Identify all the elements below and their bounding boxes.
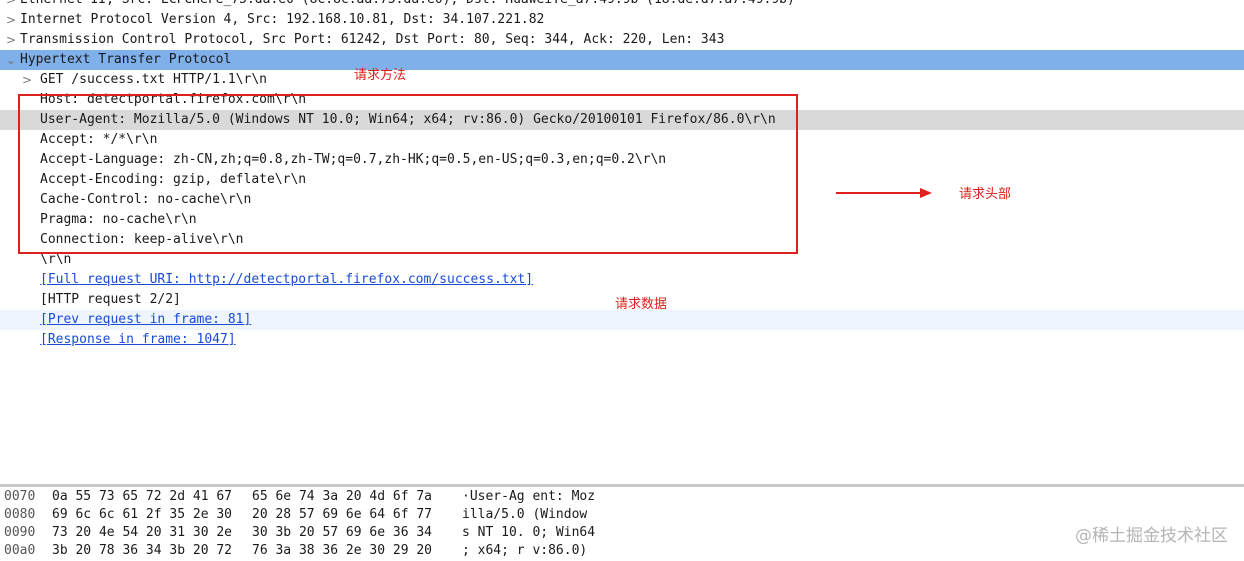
annotation-request-data: 请求数据 xyxy=(615,297,668,312)
hex-bytes: 73 20 4e 54 20 31 30 2e xyxy=(52,525,233,540)
tree-row-request-line[interactable]: > GET /success.txt HTTP/1.1\r\n xyxy=(0,70,1244,90)
watermark-text: @稀土掘金技术社区 xyxy=(1075,526,1228,546)
prev-request-link[interactable]: [Prev request in frame: 81] xyxy=(40,310,251,330)
tree-label-ethernet: Ethernet II, Src: LCFCHeFe_75:da:e0 (8c:… xyxy=(20,0,795,10)
response-frame-link[interactable]: [Response in frame: 1047] xyxy=(40,330,236,350)
http-request-count: [HTTP request 2/2] xyxy=(40,292,181,307)
tree-label-tcp: Transmission Control Protocol, Src Port:… xyxy=(20,32,725,47)
annotation-request-method: 请求方法 xyxy=(354,68,407,83)
hex-bytes: 3b 20 78 36 34 3b 20 72 xyxy=(52,543,233,558)
hex-bytes: 76 3a 38 36 2e 30 29 20 xyxy=(252,543,433,558)
chevron-right-icon[interactable]: > xyxy=(4,10,18,30)
hex-bytes: 30 3b 20 57 69 6e 36 34 xyxy=(252,525,433,540)
hex-row[interactable]: 0070 0a 55 73 65 72 2d 41 67 65 6e 74 3a… xyxy=(0,487,1244,507)
hex-ascii: ; x64; r v:86.0) xyxy=(462,543,588,558)
tree-label-http: Hypertext Transfer Protocol xyxy=(20,52,232,67)
tree-row-tcp[interactable]: > Transmission Control Protocol, Src Por… xyxy=(0,30,1244,50)
hex-offset: 00a0 xyxy=(4,543,36,558)
tree-label-ipv4: Internet Protocol Version 4, Src: 192.16… xyxy=(20,12,545,27)
tree-row-prev-request[interactable]: [Prev request in frame: 81] xyxy=(0,310,1244,330)
hex-bytes: 20 28 57 69 6e 64 6f 77 xyxy=(252,507,433,522)
tree-label-request-line: GET /success.txt HTTP/1.1\r\n xyxy=(40,72,267,87)
full-request-uri-link[interactable]: [Full request URI: http://detectportal.f… xyxy=(40,270,533,290)
tree-row-response[interactable]: [Response in frame: 1047] xyxy=(0,330,1244,350)
headers-highlight-box xyxy=(18,94,798,254)
hex-bytes: 0a 55 73 65 72 2d 41 67 xyxy=(52,489,233,504)
hex-row[interactable]: 0090 73 20 4e 54 20 31 30 2e 30 3b 20 57… xyxy=(0,523,1244,543)
hex-offset: 0080 xyxy=(4,507,36,522)
hex-ascii: illa/5.0 (Window xyxy=(462,507,588,522)
tree-row-ethernet[interactable]: > Ethernet II, Src: LCFCHeFe_75:da:e0 (8… xyxy=(0,0,1244,10)
tree-row-http[interactable]: ⌄ Hypertext Transfer Protocol xyxy=(0,50,1244,70)
tree-row-ipv4[interactable]: > Internet Protocol Version 4, Src: 192.… xyxy=(0,10,1244,30)
hex-ascii: s NT 10. 0; Win64 xyxy=(462,525,596,540)
hex-offset: 0070 xyxy=(4,489,36,504)
tree-row-full-uri[interactable]: [Full request URI: http://detectportal.f… xyxy=(0,270,1244,290)
hex-row[interactable]: 00a0 3b 20 78 36 34 3b 20 72 76 3a 38 36… xyxy=(0,541,1244,561)
hex-row[interactable]: 0080 69 6c 6c 61 2f 35 2e 30 20 28 57 69… xyxy=(0,505,1244,525)
hex-offset: 0090 xyxy=(4,525,36,540)
red-arrow-icon xyxy=(836,188,932,198)
hex-ascii: ·User-Ag ent: Moz xyxy=(462,489,596,504)
chevron-right-icon[interactable]: > xyxy=(4,0,18,10)
hex-bytes: 69 6c 6c 61 2f 35 2e 30 xyxy=(52,507,233,522)
chevron-down-icon[interactable]: ⌄ xyxy=(4,50,18,70)
hex-bytes: 65 6e 74 3a 20 4d 6f 7a xyxy=(252,489,433,504)
hex-dump-pane: 0070 0a 55 73 65 72 2d 41 67 65 6e 74 3a… xyxy=(0,487,1244,560)
chevron-right-icon[interactable]: > xyxy=(4,30,18,50)
annotation-request-headers: 请求头部 xyxy=(959,187,1012,202)
chevron-right-icon[interactable]: > xyxy=(20,70,34,90)
